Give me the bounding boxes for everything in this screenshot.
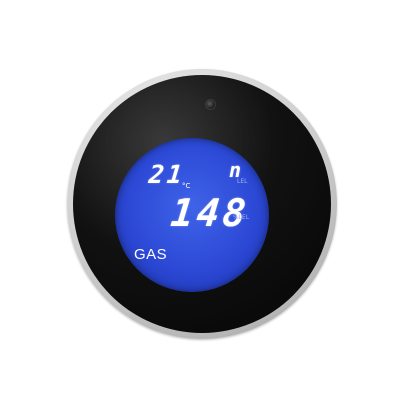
- gas-label: GAS: [134, 246, 168, 263]
- lcd-screen: 21 °C n LEL 148 %LEL GAS: [115, 138, 269, 292]
- gas-detector-device: 21 °C n LEL 148 %LEL GAS: [67, 69, 337, 339]
- device-face: 21 °C n LEL 148 %LEL GAS: [73, 75, 331, 333]
- unit-label-bottom: %LEL: [233, 214, 250, 221]
- gas-reading: 148: [168, 191, 251, 235]
- temperature-unit: °C: [182, 182, 191, 190]
- mode-indicator: n: [229, 158, 245, 182]
- unit-label-top: LEL: [237, 178, 248, 185]
- product-photo: 21 °C n LEL 148 %LEL GAS: [0, 0, 400, 400]
- temperature-value: 21: [147, 160, 187, 189]
- light-sensor-icon: [205, 99, 216, 110]
